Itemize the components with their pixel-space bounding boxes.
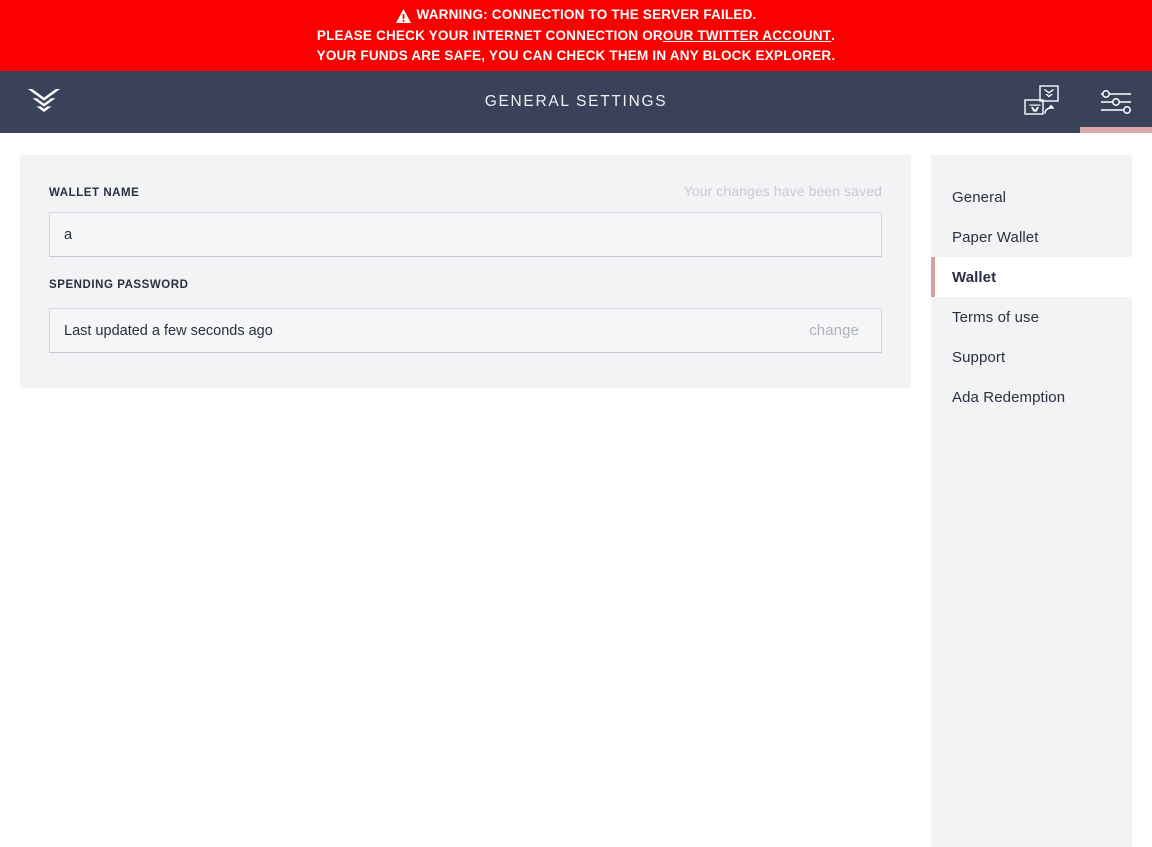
spending-password-label: SPENDING PASSWORD — [49, 279, 189, 291]
top-bar: GENERAL SETTINGS — [0, 71, 1152, 133]
warning-line-3: YOUR FUNDS ARE SAFE, YOU CAN CHECK THEM … — [316, 48, 836, 64]
menu-item-label: Paper Wallet — [952, 228, 1039, 246]
menu-item-label: Ada Redemption — [952, 388, 1066, 406]
warning-triangle-icon — [395, 9, 411, 24]
menu-item-paper-wallet[interactable]: Paper Wallet — [931, 217, 1132, 257]
menu-item-label: General — [952, 188, 1007, 206]
warning-line-1: WARNING: CONNECTION TO THE SERVER FAILED… — [395, 5, 757, 26]
spending-password-header: SPENDING PASSWORD — [49, 279, 882, 296]
change-password-link[interactable]: change — [809, 322, 859, 339]
server-connection-warning-banner: WARNING: CONNECTION TO THE SERVER FAILED… — [0, 0, 1152, 71]
menu-item-label: Wallet — [952, 268, 997, 286]
settings-button[interactable] — [1080, 71, 1152, 133]
wallet-switch-icon — [1021, 82, 1067, 122]
menu-item-support[interactable]: Support — [931, 337, 1132, 377]
wallet-name-input[interactable] — [49, 212, 882, 257]
wallet-settings-panel: WALLET NAME Your changes have been saved… — [20, 155, 911, 388]
top-bar-actions — [1008, 71, 1152, 133]
page-title: GENERAL SETTINGS — [484, 93, 668, 110]
settings-sliders-icon — [1099, 89, 1133, 115]
wallet-switch-button[interactable] — [1008, 71, 1080, 133]
wallet-name-header: WALLET NAME Your changes have been saved — [49, 183, 882, 200]
wallet-name-label: WALLET NAME — [49, 187, 140, 199]
spending-password-field-block: SPENDING PASSWORD Last updated a few sec… — [49, 279, 882, 353]
warning-text-2-suffix: . — [831, 27, 836, 43]
twitter-account-link[interactable]: OUR TWITTER ACCOUNT — [663, 26, 831, 47]
menu-item-ada-redemption[interactable]: Ada Redemption — [931, 377, 1132, 417]
wallet-name-field-block: WALLET NAME Your changes have been saved — [49, 183, 882, 257]
changes-saved-message: Your changes have been saved — [683, 183, 882, 199]
warning-text-1: WARNING: CONNECTION TO THE SERVER FAILED… — [416, 7, 757, 23]
menu-item-label: Terms of use — [952, 308, 1040, 326]
settings-page-body: WALLET NAME Your changes have been saved… — [0, 133, 1152, 847]
menu-item-general[interactable]: General — [931, 177, 1132, 217]
warning-line-2: PLEASE CHECK YOUR INTERNET CONNECTION OR… — [317, 26, 835, 47]
settings-menu: General Paper Wallet Wallet Terms of use… — [931, 155, 1132, 847]
warning-text-2-prefix: PLEASE CHECK YOUR INTERNET CONNECTION OR — [316, 27, 663, 43]
menu-item-terms-of-use[interactable]: Terms of use — [931, 297, 1132, 337]
spending-password-row[interactable]: Last updated a few seconds ago change — [49, 308, 882, 353]
menu-item-wallet[interactable]: Wallet — [931, 257, 1132, 297]
spending-password-status: Last updated a few seconds ago — [64, 322, 273, 339]
menu-item-label: Support — [952, 348, 1006, 366]
